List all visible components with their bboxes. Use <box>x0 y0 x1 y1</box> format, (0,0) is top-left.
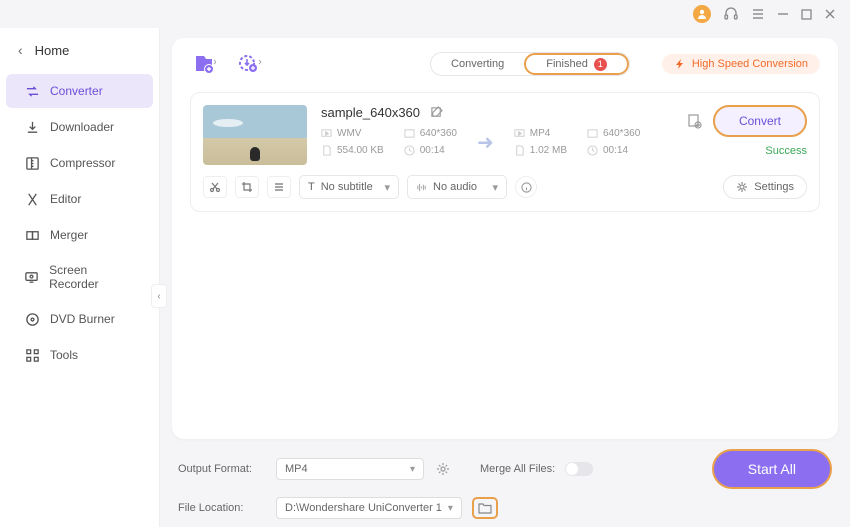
output-format-label: Output Format: <box>178 463 266 475</box>
file-location-label: File Location: <box>178 502 266 514</box>
sidebar-item-label: DVD Burner <box>50 312 115 326</box>
home-nav[interactable]: ‹ Home <box>0 32 159 72</box>
sidebar-item-label: Editor <box>50 192 81 206</box>
editor-icon <box>24 191 40 207</box>
dvd-burner-icon <box>24 311 40 327</box>
trim-button[interactable] <box>203 176 227 198</box>
output-format-value: MP4 <box>285 463 308 475</box>
file-location-select[interactable]: D:\Wondershare UniConverter 1 ▾ <box>276 497 462 519</box>
sidebar-item-converter[interactable]: Converter <box>6 74 153 108</box>
info-button[interactable] <box>515 176 537 198</box>
close-button[interactable] <box>824 8 836 20</box>
chevron-down-icon: ▾ <box>492 181 498 194</box>
effects-button[interactable] <box>267 176 291 198</box>
src-duration: 00:14 <box>404 145 457 156</box>
headset-icon[interactable] <box>723 6 739 22</box>
sidebar-item-label: Tools <box>50 348 78 362</box>
audio-icon <box>416 182 427 193</box>
tab-label: Converting <box>451 58 504 70</box>
add-files-button[interactable] <box>190 53 218 75</box>
audio-value: No audio <box>433 181 477 193</box>
crop-button[interactable] <box>235 176 259 198</box>
sidebar-item-downloader[interactable]: Downloader <box>6 110 153 144</box>
settings-button[interactable]: Settings <box>723 175 807 199</box>
compressor-icon <box>24 155 40 171</box>
status-text: Success <box>765 145 807 157</box>
screen-recorder-icon <box>24 269 39 285</box>
merger-icon <box>24 227 40 243</box>
src-resolution: 640*360 <box>404 128 457 139</box>
sidebar-item-tools[interactable]: Tools <box>6 338 153 372</box>
download-add-button[interactable] <box>236 53 264 75</box>
arrow-icon: ➜ <box>477 130 494 155</box>
sidebar-item-label: Converter <box>50 84 103 98</box>
convert-button[interactable]: Convert <box>713 105 807 137</box>
menu-icon[interactable] <box>751 7 765 21</box>
chevron-down-icon: ▾ <box>448 503 453 514</box>
format-settings-icon[interactable] <box>434 460 452 478</box>
output-format-select[interactable]: MP4 ▾ <box>276 458 424 480</box>
file-location-value: D:\Wondershare UniConverter 1 <box>285 502 442 514</box>
user-avatar-icon[interactable] <box>693 5 711 23</box>
dst-resolution: 640*360 <box>587 128 640 139</box>
tab-finished[interactable]: Finished 1 <box>524 53 629 75</box>
status-tabs: Converting Finished 1 <box>430 52 630 76</box>
settings-label: Settings <box>754 181 794 193</box>
merge-label: Merge All Files: <box>480 463 555 475</box>
video-thumbnail[interactable] <box>203 105 307 165</box>
high-speed-conversion-button[interactable]: High Speed Conversion <box>662 54 820 74</box>
sidebar: ‹ Home Converter Downloader Compressor <box>0 28 160 527</box>
downloader-icon <box>24 119 40 135</box>
src-size: 554.00 KB <box>321 145 384 156</box>
sidebar-item-label: Merger <box>50 228 88 242</box>
sidebar-item-merger[interactable]: Merger <box>6 218 153 252</box>
sidebar-item-label: Compressor <box>50 156 115 170</box>
audio-dropdown[interactable]: No audio ▾ <box>407 175 507 199</box>
sidebar-item-dvd-burner[interactable]: DVD Burner <box>6 302 153 336</box>
chevron-down-icon: ▾ <box>410 464 415 475</box>
sidebar-item-editor[interactable]: Editor <box>6 182 153 216</box>
sidebar-item-label: Downloader <box>50 120 114 134</box>
dst-size: 1.02 MB <box>514 145 567 156</box>
output-settings-icon[interactable] <box>687 113 703 129</box>
maximize-button[interactable] <box>801 9 812 20</box>
edit-name-icon[interactable] <box>430 106 443 119</box>
tab-converting[interactable]: Converting <box>431 53 524 75</box>
tools-icon <box>24 347 40 363</box>
chevron-down-icon: ▾ <box>384 181 390 194</box>
sidebar-item-compressor[interactable]: Compressor <box>6 146 153 180</box>
dst-duration: 00:14 <box>587 145 640 156</box>
subtitle-icon: T <box>308 181 315 193</box>
dst-format: MP4 <box>514 128 567 139</box>
collapse-sidebar-button[interactable]: ‹ <box>151 284 167 308</box>
home-label: Home <box>35 43 70 58</box>
sidebar-item-label: Screen Recorder <box>49 263 135 291</box>
sidebar-item-screen-recorder[interactable]: Screen Recorder <box>6 254 153 300</box>
file-card: sample_640x360 WMV 554.00 KB 640*3 <box>190 92 820 212</box>
file-name: sample_640x360 <box>321 105 420 120</box>
tab-label: Finished <box>546 58 588 70</box>
back-icon: ‹ <box>18 42 23 58</box>
high-speed-label: High Speed Conversion <box>692 58 808 70</box>
src-format: WMV <box>321 128 384 139</box>
minimize-button[interactable] <box>777 8 789 20</box>
finished-count-badge: 1 <box>594 58 607 71</box>
merge-toggle[interactable] <box>565 462 593 476</box>
open-folder-button[interactable] <box>472 497 498 519</box>
converter-icon <box>24 83 40 99</box>
subtitle-value: No subtitle <box>321 181 373 193</box>
subtitle-dropdown[interactable]: T No subtitle ▾ <box>299 175 399 199</box>
start-all-button[interactable]: Start All <box>712 449 832 489</box>
